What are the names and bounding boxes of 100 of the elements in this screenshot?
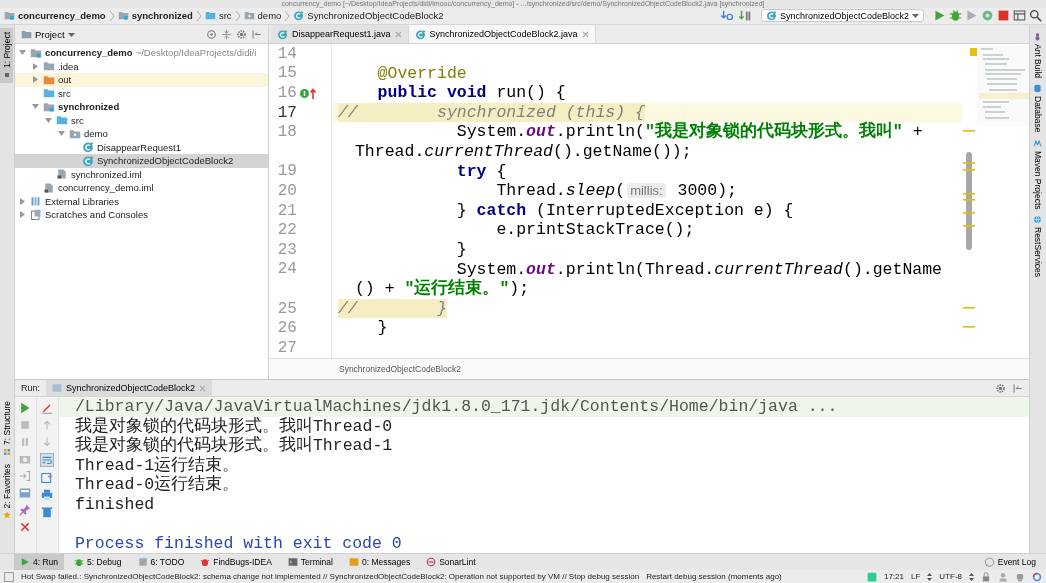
- chevron-icon: [195, 9, 202, 22]
- updown-caret-icon: [927, 572, 933, 581]
- close-icon[interactable]: [581, 30, 589, 38]
- tree-item[interactable]: .idea: [14, 59, 268, 74]
- pencil-icon[interactable]: [41, 402, 54, 415]
- project-structure-icon[interactable]: [1013, 9, 1026, 23]
- tree-item[interactable]: synchronized: [14, 100, 268, 114]
- person-icon[interactable]: [998, 571, 1008, 582]
- editor-breadcrumb[interactable]: SynchronizedObjectCodeBlock2: [338, 363, 461, 374]
- close-icon[interactable]: [394, 30, 402, 38]
- rerun-play-icon[interactable]: [19, 402, 32, 415]
- expanded-arrow-icon[interactable]: [58, 130, 66, 138]
- caret-icon: [67, 30, 75, 38]
- line-number: 26: [276, 319, 297, 338]
- globe-icon: [1033, 215, 1043, 225]
- soft-wrap-icon[interactable]: [40, 453, 55, 468]
- layout-icon[interactable]: [19, 487, 32, 500]
- package-folder-icon: [243, 10, 255, 22]
- coverage-play-icon[interactable]: [965, 9, 978, 23]
- folder-icon: [20, 28, 32, 40]
- camera-icon[interactable]: [19, 453, 32, 466]
- run-tab[interactable]: SynchronizedObjectCodeBlock2: [46, 380, 213, 397]
- breadcrumb-item[interactable]: SynchronizedObjectCodeBlock2: [307, 10, 444, 22]
- stop-icon[interactable]: [19, 419, 32, 432]
- breadcrumb-item[interactable]: synchronized: [131, 10, 193, 22]
- scroll-to-end-icon[interactable]: [41, 472, 54, 485]
- tree-item[interactable]: demo: [14, 127, 268, 141]
- collapsed-arrow-icon[interactable]: [19, 211, 27, 219]
- collapsed-arrow-icon[interactable]: [32, 76, 40, 84]
- console-line: 我是对象锁的代码块形式。我叫Thread-0: [74, 416, 394, 436]
- tree-item[interactable]: concurrency_demo ~/Desktop/IdeaProjects/didi/i: [14, 46, 268, 60]
- editor-tab[interactable]: DisappearRequest1.java: [270, 25, 409, 44]
- tool-window-tab[interactable]: Terminal: [281, 554, 339, 571]
- exit-icon[interactable]: [19, 470, 32, 483]
- line-separator-selector[interactable]: LF: [911, 570, 921, 583]
- editor-tab[interactable]: SynchronizedObjectCodeBlock2.java: [408, 25, 596, 44]
- hide-panel-icon[interactable]: [250, 28, 262, 40]
- close-icon[interactable]: [19, 521, 32, 534]
- tree-item-label: External Libraries: [44, 195, 119, 207]
- tree-item[interactable]: SynchronizedObjectCodeBlock2: [14, 154, 268, 168]
- breadcrumb-item[interactable]: demo: [257, 10, 282, 22]
- tool-window-tab[interactable]: FindBugs-IDEA: [194, 554, 278, 571]
- target-icon[interactable]: [205, 28, 217, 40]
- line-number: 21: [276, 201, 297, 220]
- tree-item[interactable]: out: [14, 73, 268, 87]
- build-icon[interactable]: [737, 8, 752, 23]
- tree-item[interactable]: External Libraries: [14, 194, 268, 209]
- tool-window-button[interactable]: Database: [1030, 81, 1046, 136]
- override-marker-icon[interactable]: [298, 87, 317, 100]
- trash-icon[interactable]: [41, 506, 54, 519]
- console-line: Process finished with exit code 0: [74, 533, 403, 554]
- cursor-position[interactable]: 17:21: [883, 570, 904, 583]
- line-number: 24: [276, 260, 297, 279]
- stop-icon[interactable]: [997, 9, 1010, 23]
- tree-item[interactable]: Scratches and Consoles: [14, 208, 268, 222]
- tool-window-tab[interactable]: SonarLint: [420, 554, 482, 571]
- tree-item[interactable]: synchronized.iml: [14, 167, 268, 182]
- tree-item[interactable]: src: [14, 86, 268, 101]
- tool-window-tab[interactable]: 6: TODO: [131, 554, 191, 571]
- event-log-button[interactable]: Event Log: [977, 554, 1042, 571]
- gear-icon[interactable]: [235, 28, 247, 40]
- tool-window-button[interactable]: 2: Favorites: [0, 459, 13, 524]
- expanded-arrow-icon[interactable]: [19, 49, 27, 57]
- tool-window-button[interactable]: Ant Build: [1030, 29, 1046, 82]
- collapsed-arrow-icon[interactable]: [32, 62, 40, 70]
- tree-item-label: synchronized: [57, 101, 120, 113]
- panel-toggle-icon[interactable]: [4, 571, 14, 582]
- collapse-all-icon[interactable]: [220, 28, 232, 40]
- breadcrumb-item[interactable]: src: [218, 10, 232, 22]
- tool-window-button[interactable]: Maven Projects: [1030, 135, 1046, 213]
- search-icon[interactable]: [1029, 9, 1042, 23]
- tool-window-button[interactable]: RestServices: [1030, 212, 1046, 281]
- expanded-arrow-icon[interactable]: [32, 103, 40, 111]
- tool-window-button[interactable]: 7: Structure: [0, 396, 13, 460]
- colored-ring-icon[interactable]: [1032, 571, 1042, 582]
- status-link[interactable]: Restart debug session (moments ago): [646, 570, 782, 583]
- tool-window-button[interactable]: 1: Project: [0, 28, 13, 83]
- maven-icon: [1033, 138, 1043, 148]
- encoding-selector[interactable]: UTF-8: [939, 570, 962, 583]
- breadcrumb-item[interactable]: concurrency_demo: [18, 10, 106, 22]
- tree-item[interactable]: concurrency_demo.iml: [14, 181, 268, 195]
- bug-icon[interactable]: [949, 9, 962, 23]
- gear-icon[interactable]: [995, 382, 1007, 394]
- collapsed-arrow-icon[interactable]: [19, 197, 27, 205]
- tree-item[interactable]: src: [14, 113, 268, 128]
- tool-window-tab[interactable]: 0: Messages: [342, 554, 417, 571]
- expanded-arrow-icon[interactable]: [45, 116, 53, 124]
- hide-panel-icon[interactable]: [1012, 382, 1024, 394]
- run-icon[interactable]: [933, 9, 946, 23]
- project-view-dropdown[interactable]: Project: [20, 28, 75, 40]
- tool-window-tab[interactable]: 5: Debug: [68, 554, 128, 571]
- tool-window-tab[interactable]: 4: Run: [14, 554, 65, 571]
- inspection-status-icon[interactable]: [969, 48, 978, 57]
- pin-icon[interactable]: [19, 504, 32, 517]
- lock-icon[interactable]: [981, 571, 991, 582]
- printer-icon[interactable]: [41, 489, 54, 502]
- run-configuration-dropdown[interactable]: SynchronizedObjectCodeBlock2: [760, 9, 924, 23]
- tree-item[interactable]: DisappearRequest1: [14, 140, 268, 155]
- close-icon[interactable]: [199, 384, 207, 392]
- warning-stripe-mark: [962, 326, 975, 329]
